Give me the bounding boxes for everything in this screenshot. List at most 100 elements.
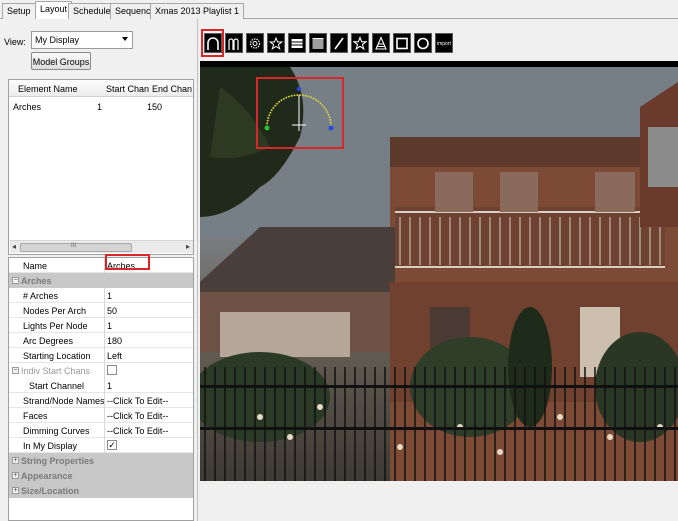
column-divider xyxy=(104,333,105,348)
property-row[interactable]: Dimming Curves --Click To Edit-- xyxy=(9,423,193,438)
column-divider xyxy=(104,288,105,303)
grip-icon: III xyxy=(71,243,77,249)
property-row[interactable]: Arc Degrees 180 xyxy=(9,333,193,348)
property-label: In My Display xyxy=(23,441,78,451)
chevron-down-icon xyxy=(122,37,128,41)
model-toolbar: import xyxy=(200,19,678,61)
arches-button-highlight-box xyxy=(201,29,224,57)
window-frame-icon xyxy=(396,37,408,50)
import-button[interactable]: import xyxy=(435,33,453,53)
category-label: Size/Location xyxy=(21,486,80,496)
in-my-display-checkbox[interactable]: ✓ xyxy=(107,440,117,450)
indiv-start-chans-row[interactable]: − Indiv Start Chans xyxy=(9,363,193,378)
tree-icon xyxy=(375,36,387,50)
property-row[interactable]: Strand/Node Names --Click To Edit-- xyxy=(9,393,193,408)
column-divider xyxy=(104,423,105,438)
add-candy-canes-button[interactable] xyxy=(225,33,243,53)
column-divider xyxy=(104,438,105,453)
column-divider xyxy=(104,393,105,408)
property-label: Start Channel xyxy=(29,381,85,391)
left-panel: View: My Display Model Groups Element Na… xyxy=(0,19,198,521)
tab-playlist[interactable]: Xmas 2013 Playlist 1 xyxy=(150,3,245,19)
add-matrix-button[interactable] xyxy=(288,33,306,53)
view-select[interactable]: My Display xyxy=(31,31,133,49)
table-row[interactable]: Arches 1 150 xyxy=(9,98,193,112)
column-start-chan[interactable]: Start Chan xyxy=(106,84,149,94)
horizontal-scrollbar[interactable]: ◂ III ▸ xyxy=(10,240,193,253)
property-label: Name xyxy=(23,261,48,271)
wreath-icon xyxy=(417,37,429,50)
add-window-frame-button[interactable] xyxy=(393,33,411,53)
import-icon: import xyxy=(437,41,451,47)
column-divider xyxy=(104,303,105,318)
category-string-properties[interactable]: + String Properties xyxy=(9,453,193,468)
tab-bar: Setup Layout Schedule Sequencer Xmas 201… xyxy=(0,0,678,20)
line-icon xyxy=(334,37,344,50)
name-highlight-box xyxy=(105,254,150,270)
category-size-location[interactable]: + Size/Location xyxy=(9,483,193,498)
star-icon xyxy=(269,36,283,51)
property-row[interactable]: Start Channel 1 xyxy=(9,378,193,393)
property-row[interactable]: In My Display ✓ xyxy=(9,438,193,453)
add-line-button[interactable] xyxy=(330,33,348,53)
property-row[interactable]: Faces --Click To Edit-- xyxy=(9,408,193,423)
expand-icon[interactable]: + xyxy=(12,457,19,464)
property-row[interactable]: Lights Per Node 1 xyxy=(9,318,193,333)
property-label: Dimming Curves xyxy=(23,426,90,436)
property-grid: Name Arches − Arches # Arches 1 Nodes Pe… xyxy=(8,257,194,521)
add-star-outline-button[interactable] xyxy=(351,33,369,53)
expand-icon[interactable]: + xyxy=(12,487,19,494)
star-outline-icon xyxy=(353,36,367,51)
property-label: # Arches xyxy=(23,291,59,301)
column-divider xyxy=(104,408,105,423)
grid-icon xyxy=(312,38,324,49)
category-label: Arches xyxy=(21,276,52,286)
collapse-icon[interactable]: − xyxy=(12,277,19,284)
tab-setup[interactable]: Setup xyxy=(2,3,36,19)
add-tree-button[interactable] xyxy=(372,33,390,53)
property-label: Nodes Per Arch xyxy=(23,306,87,316)
collapse-icon[interactable]: − xyxy=(12,367,19,374)
column-divider xyxy=(104,318,105,333)
add-grid-button[interactable] xyxy=(309,33,327,53)
property-label: Indiv Start Chans xyxy=(21,366,91,376)
arch-preview-highlight-box xyxy=(256,77,344,149)
column-end-chan[interactable]: End Chan xyxy=(152,84,192,94)
column-divider xyxy=(104,348,105,363)
indiv-start-chans-checkbox[interactable] xyxy=(107,365,117,375)
element-list-header: Element Name Start Chan End Chan xyxy=(9,80,193,97)
candy-canes-icon xyxy=(228,38,239,50)
category-appearance[interactable]: + Appearance xyxy=(9,468,193,483)
property-row[interactable]: Starting Location Left xyxy=(9,348,193,363)
circle-icon xyxy=(249,38,261,49)
view-label: View: xyxy=(4,37,26,47)
element-list[interactable]: Element Name Start Chan End Chan Arches … xyxy=(8,79,194,255)
model-groups-button[interactable]: Model Groups xyxy=(31,52,91,70)
add-wreath-button[interactable] xyxy=(414,33,432,53)
canvas-footer xyxy=(200,481,678,521)
view-select-value: My Display xyxy=(35,35,80,45)
column-element-name[interactable]: Element Name xyxy=(18,84,78,94)
add-circle-button[interactable] xyxy=(246,33,264,53)
cell-start-chan: 1 xyxy=(97,102,103,112)
property-label: Faces xyxy=(23,411,48,421)
column-divider xyxy=(104,363,105,378)
tab-schedule[interactable]: Schedule xyxy=(68,3,116,19)
category-label: String Properties xyxy=(21,456,95,466)
expand-icon[interactable]: + xyxy=(12,472,19,479)
add-star-button[interactable] xyxy=(267,33,285,53)
property-label: Starting Location xyxy=(23,351,91,361)
property-label: Arc Degrees xyxy=(23,336,74,346)
category-label: Appearance xyxy=(21,471,73,481)
property-row[interactable]: # Arches 1 xyxy=(9,288,193,303)
property-row[interactable]: Nodes Per Arch 50 xyxy=(9,303,193,318)
matrix-icon xyxy=(291,39,303,48)
scrollbar-thumb[interactable]: III xyxy=(20,243,132,252)
category-arches[interactable]: − Arches xyxy=(9,273,193,288)
column-divider xyxy=(104,378,105,393)
tab-layout[interactable]: Layout xyxy=(35,1,73,20)
cell-end-chan: 150 xyxy=(147,102,163,112)
property-name[interactable]: Name Arches xyxy=(9,258,193,273)
scroll-right-icon[interactable]: ▸ xyxy=(186,242,190,251)
scroll-left-icon[interactable]: ◂ xyxy=(12,242,16,251)
